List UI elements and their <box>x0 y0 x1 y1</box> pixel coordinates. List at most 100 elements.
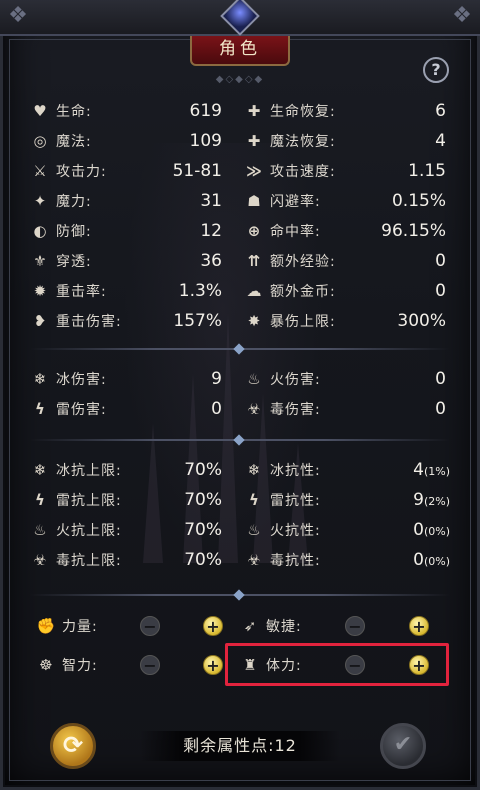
stat-value: 300% <box>397 311 446 331</box>
decrease-button[interactable]: − <box>140 616 160 636</box>
stat-value: 4 <box>435 131 446 151</box>
mana-regen-icon: ✚ <box>247 132 261 150</box>
stat-label: 魔法恢复: <box>270 134 336 150</box>
stat-value: 0.15% <box>391 191 446 211</box>
fire-icon: ♨ <box>247 370 261 388</box>
confirm-button[interactable]: ✔ <box>380 723 426 769</box>
stat-value-group: 1.15 <box>408 161 446 181</box>
stat-value: 70% <box>184 550 222 570</box>
stat-label: 攻击力: <box>56 164 107 180</box>
stat-value-group: 9(2%) <box>413 490 450 510</box>
stat-value: 36 <box>200 251 222 271</box>
stat-value-group: 70% <box>184 520 222 540</box>
dodge-icon: ☗ <box>247 192 261 210</box>
decrease-button[interactable]: − <box>140 655 160 675</box>
stat-value-group: 0(0%) <box>413 520 450 540</box>
stat-value-group: 70% <box>184 490 222 510</box>
stat-label: 冰伤害: <box>56 372 107 388</box>
stat-value: 0 <box>413 520 424 540</box>
stat-value-group: 0 <box>211 399 222 419</box>
increase-button[interactable]: + <box>203 616 223 636</box>
agility-icon: ➶ <box>243 617 257 635</box>
crosshair-icon: ⊕ <box>247 222 261 240</box>
poison-resist-icon: ☣ <box>247 551 261 569</box>
stat-row: ❄ 冰伤害: 9 <box>30 365 222 393</box>
attribute-row: ➶ 敏捷: <box>240 612 302 640</box>
exp-icon: ⇈ <box>247 252 261 270</box>
stat-row: ϟ 雷抗性: 9(2%) <box>244 486 450 514</box>
stat-value-group: 4(1%) <box>413 460 450 480</box>
stat-value: 9 <box>413 490 424 510</box>
stat-label: 生命: <box>56 104 92 120</box>
crit-rate-icon: ✹ <box>33 282 47 300</box>
strength-icon: ✊ <box>36 617 56 635</box>
stat-row: ☣ 毒伤害: 0 <box>244 395 446 423</box>
stat-label: 魔力: <box>56 194 92 210</box>
stat-value-group: 0(0%) <box>413 550 450 570</box>
ice-cap-icon: ❄ <box>33 461 47 479</box>
stat-row: ♨ 火抗性: 0(0%) <box>244 516 450 544</box>
stat-row: ☁ 额外金币: 0 <box>244 277 447 305</box>
ice-icon: ❄ <box>33 370 47 388</box>
stat-value-group: 0 <box>435 399 446 419</box>
stat-label: 闪避率: <box>270 194 321 210</box>
fire-resist-icon: ♨ <box>247 521 261 539</box>
stat-row: ❄ 冰抗性: 4(1%) <box>244 456 450 484</box>
stat-value: 157% <box>173 311 222 331</box>
reset-button[interactable]: ⟳ <box>50 723 96 769</box>
section-divider <box>30 589 450 601</box>
stat-label: 攻击速度: <box>270 164 336 180</box>
panel-title: 角色 <box>190 36 290 66</box>
increase-button[interactable]: + <box>203 655 223 675</box>
ice-resist-icon: ❄ <box>247 461 261 479</box>
stat-row: ◎ 魔法: 109 <box>30 127 222 155</box>
crit-damage-icon: ❥ <box>33 312 47 330</box>
stat-row: ⚜ 穿透: 36 <box>30 247 222 275</box>
stat-value-group: 0.15% <box>392 191 446 211</box>
gold-icon: ☁ <box>246 282 262 300</box>
stat-value-group: 9 <box>211 369 222 389</box>
decrease-button[interactable]: − <box>345 616 365 636</box>
stat-percent: (0%) <box>423 555 450 568</box>
increase-button[interactable]: + <box>409 616 429 636</box>
stat-value: 1.3% <box>178 281 222 301</box>
crit-cap-icon: ✸ <box>247 312 261 330</box>
pierce-icon: ⚜ <box>33 252 47 270</box>
life-regen-icon: ✚ <box>247 102 261 120</box>
stat-label: 生命恢复: <box>270 104 336 120</box>
stat-value-group: 70% <box>184 460 222 480</box>
stat-row: ☣ 毒抗上限: 70% <box>30 546 222 574</box>
stat-value: 70% <box>184 520 222 540</box>
stat-row: ✦ 魔力: 31 <box>30 187 222 215</box>
stat-row: ♨ 火伤害: 0 <box>244 365 446 393</box>
stat-value-group: 31 <box>200 191 222 211</box>
poison-icon: ☣ <box>247 400 261 418</box>
stat-value: 70% <box>184 460 222 480</box>
stat-label: 火伤害: <box>270 372 321 388</box>
stat-value: 31 <box>200 191 222 211</box>
stat-value: 1.15 <box>408 161 446 181</box>
heart-icon: ♥ <box>33 102 47 120</box>
attribute-row: ☸ 智力: <box>36 651 98 679</box>
stat-value: 0 <box>435 369 446 389</box>
stat-label: 防御: <box>56 224 92 240</box>
intellect-icon: ☸ <box>39 656 53 674</box>
stat-label: 雷抗上限: <box>56 493 122 509</box>
stat-value-group: 0 <box>435 369 446 389</box>
stat-value-group: 4 <box>435 131 446 151</box>
stat-value-group: 6 <box>435 101 446 121</box>
attack-speed-icon: ≫ <box>246 162 262 180</box>
help-button[interactable]: ? <box>423 57 449 83</box>
stat-row: ♥ 生命: 619 <box>30 97 222 125</box>
stat-label: 穿透: <box>56 254 92 270</box>
stat-value: 109 <box>189 131 222 151</box>
stat-label: 重击率: <box>56 284 107 300</box>
stat-value: 96.15% <box>381 221 446 241</box>
magic-icon: ◎ <box>33 132 47 150</box>
stat-value-group: 36 <box>200 251 222 271</box>
stat-label: 雷伤害: <box>56 402 107 418</box>
stat-value: 0 <box>435 399 446 419</box>
stat-value-group: 157% <box>173 311 222 331</box>
stat-value: 619 <box>189 101 222 121</box>
poison-cap-icon: ☣ <box>33 551 47 569</box>
